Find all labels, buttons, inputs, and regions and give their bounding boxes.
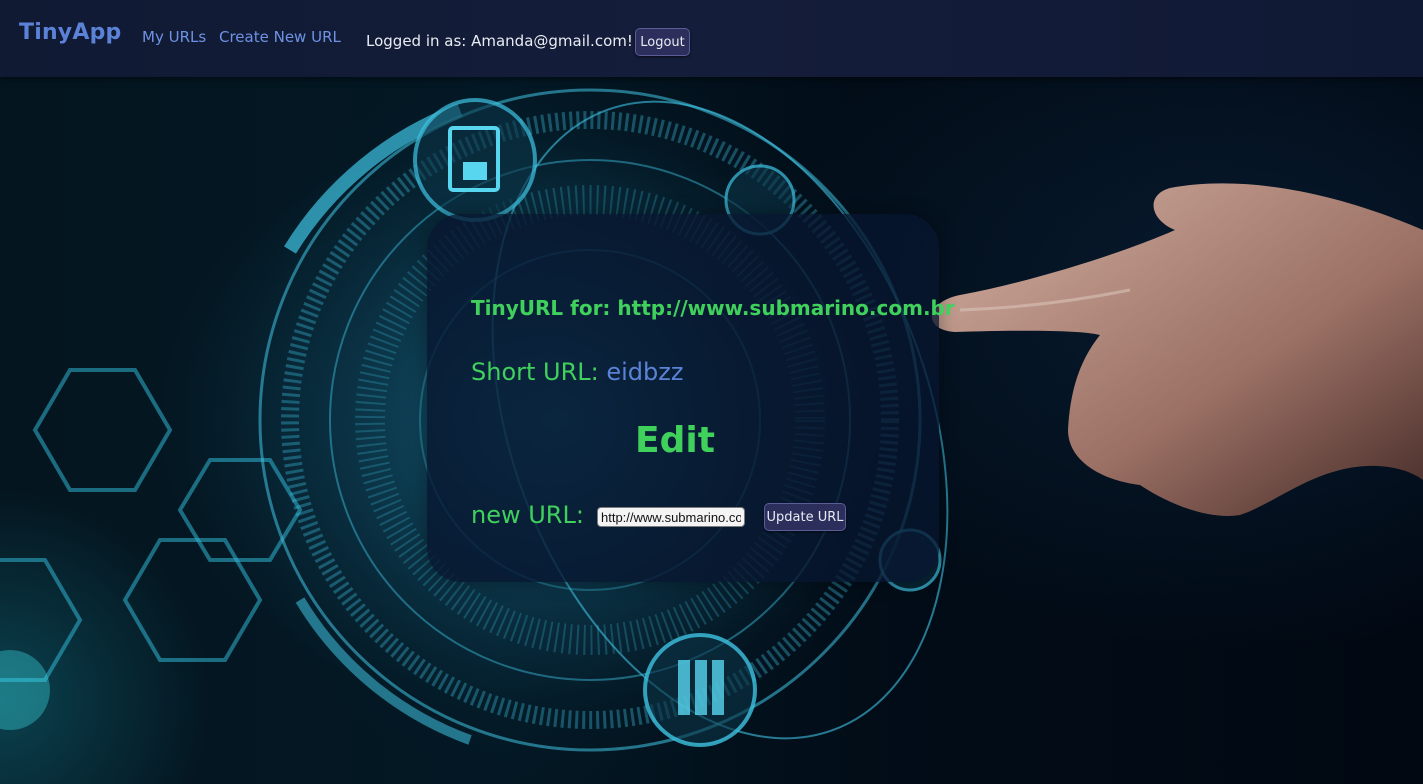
logged-in-status: Logged in as: Amanda@gmail.com! (366, 32, 633, 50)
pointing-hand-graphic (931, 183, 1423, 516)
new-url-input[interactable] (597, 507, 745, 527)
new-url-label: new URL: (471, 501, 584, 529)
nav-link-create-new-url[interactable]: Create New URL (219, 28, 341, 46)
nav-link-my-urls[interactable]: My URLs (142, 28, 206, 46)
tinyurl-prefix: TinyURL for: (471, 296, 618, 320)
long-url: http://www.submarino.com.br (617, 296, 955, 320)
short-url-label: Short URL: (471, 358, 607, 386)
update-url-button[interactable]: Update URL (764, 503, 846, 531)
tinyurl-heading: TinyURL for: http://www.submarino.com.br (471, 296, 955, 320)
lock-document-icon (413, 98, 537, 222)
url-detail-card: TinyURL for: http://www.submarino.com.br… (427, 214, 955, 582)
short-url-line: Short URL: eidbzz (471, 358, 683, 386)
folder-icon (643, 633, 757, 747)
short-url-link[interactable]: eidbzz (606, 358, 683, 386)
brand-logo-link[interactable]: TinyApp (19, 20, 121, 45)
navbar: TinyApp My URLs Create New URL Logged in… (0, 0, 1423, 77)
edit-heading: Edit (635, 420, 715, 461)
logout-button[interactable]: Logout (635, 28, 690, 56)
